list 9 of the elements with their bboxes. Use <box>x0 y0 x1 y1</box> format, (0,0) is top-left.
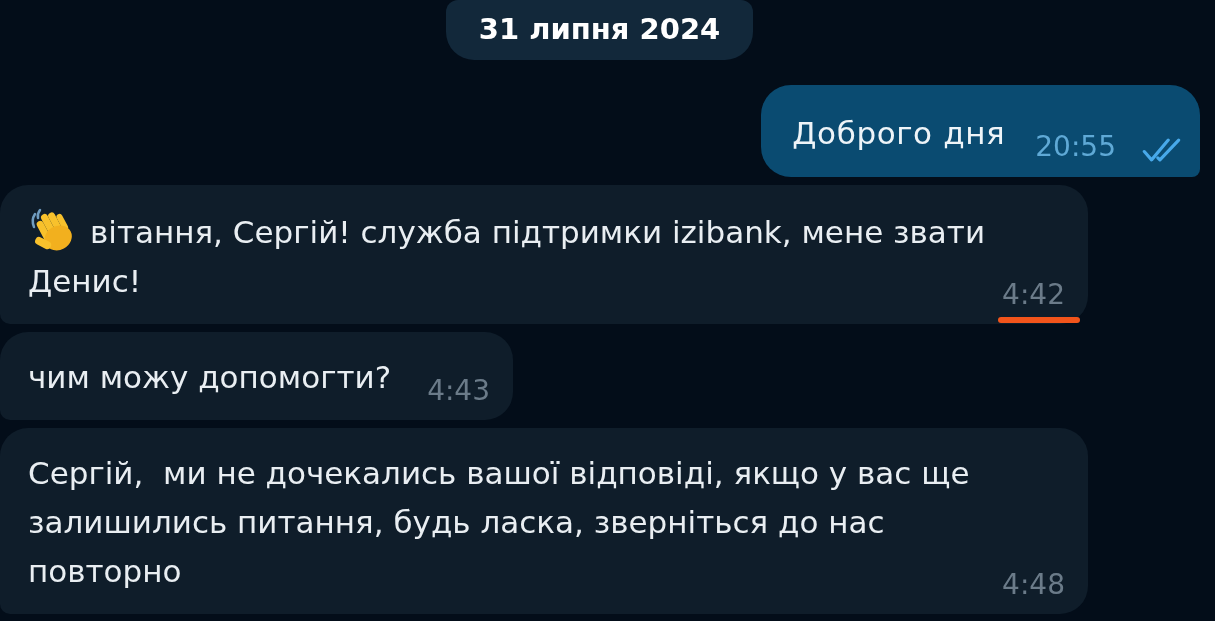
message-time: 4:48 <box>1002 568 1065 602</box>
message-text: Сергій, ми не дочекались вашої відповіді, якщо у вас ще залишились питання, будь ласка, зверніться до нас повторно <box>28 455 971 589</box>
message-text: Доброго дня <box>792 114 1006 153</box>
message-time: 4:42 <box>1002 278 1065 312</box>
message-time: 20:55 <box>1035 130 1116 164</box>
message-time: 4:43 <box>427 374 490 408</box>
message-text: вітання, Сергій! служба підтримки izibank, мене звати Денис! <box>28 214 987 299</box>
date-badge: 31 липня 2024 <box>445 0 754 60</box>
message-text: чим можу допомогти? <box>28 359 392 395</box>
